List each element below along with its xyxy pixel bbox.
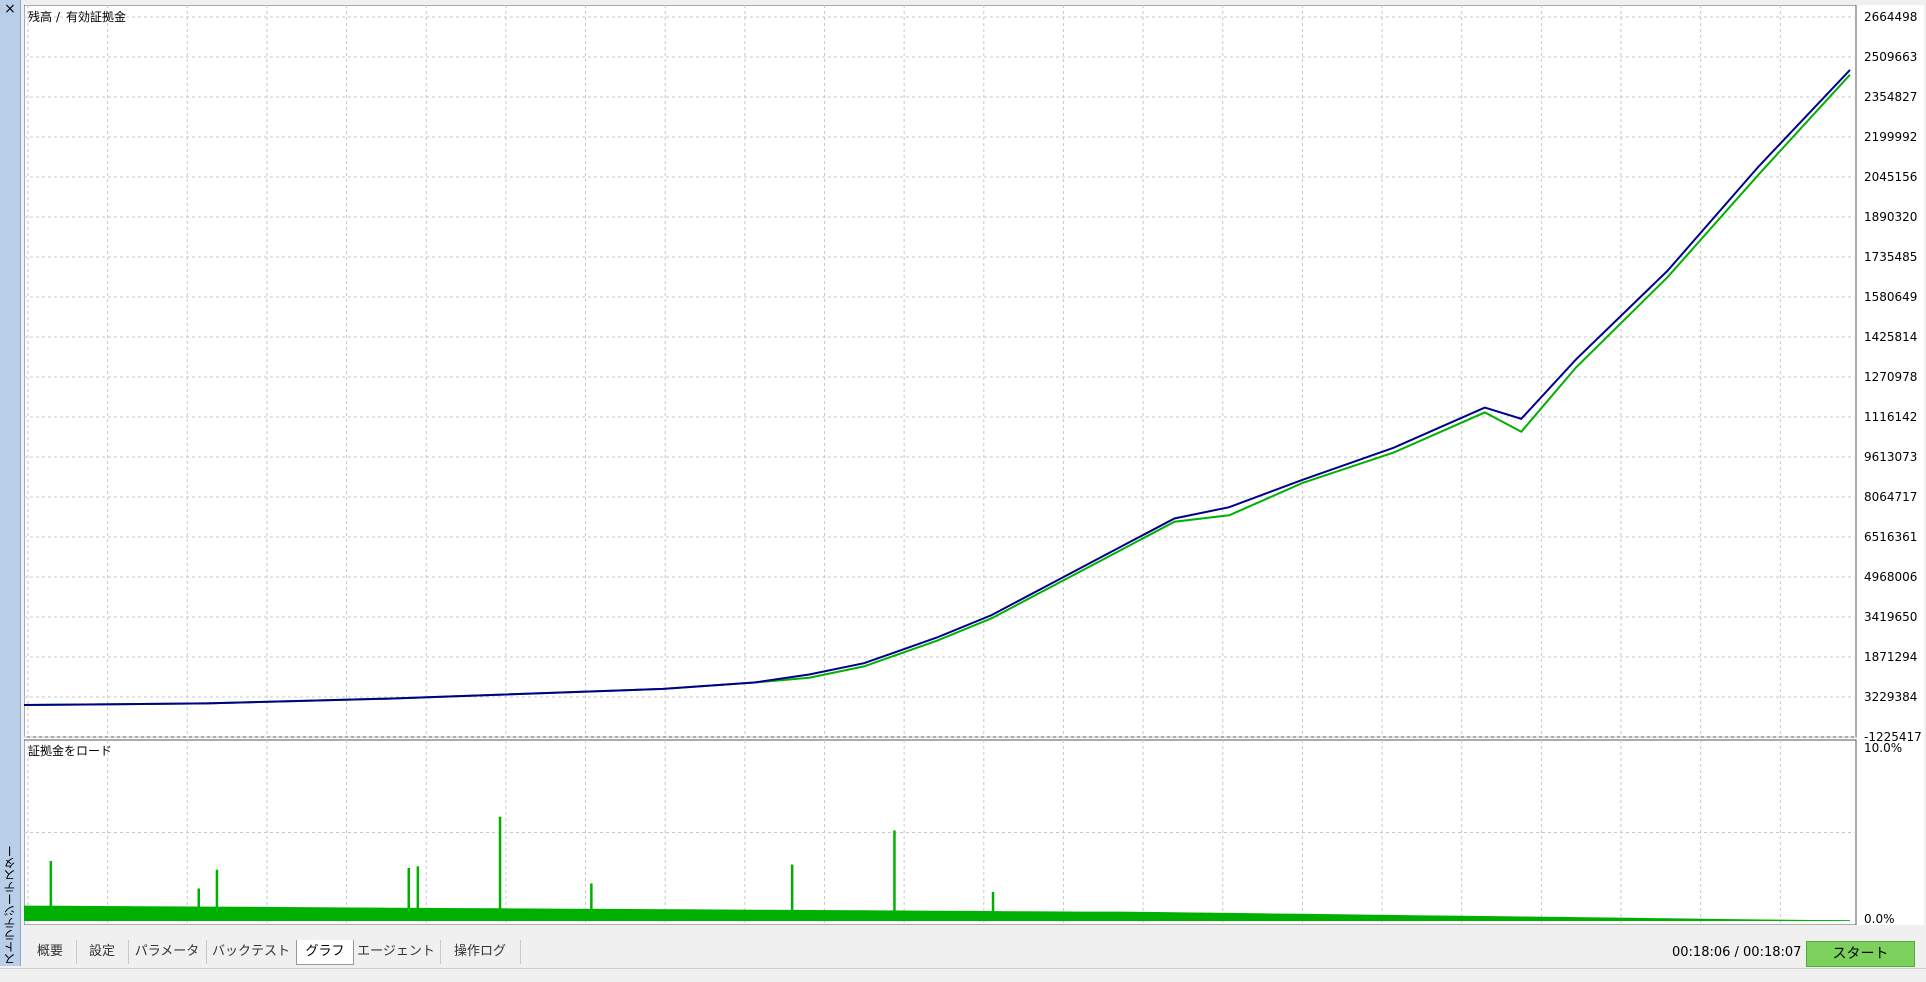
margin-y-min-label: 0.0% bbox=[1864, 912, 1895, 925]
tester-tab-bar: 概要 設定 パラメータ バックテスト グラフ エージェント 操作ログ bbox=[24, 940, 1926, 966]
y-tick-label: 1890320 bbox=[1864, 210, 1917, 224]
margin-y-max-label: 10.0% bbox=[1864, 741, 1902, 755]
tab-graph[interactable]: グラフ bbox=[296, 940, 354, 965]
margin-load-spike bbox=[197, 888, 200, 921]
chart-area: 2664498 2509663 2354827 2199992 2045156 18903… bbox=[24, 5, 1924, 925]
margin-load-spike bbox=[790, 864, 794, 921]
start-button[interactable]: スタート bbox=[1806, 941, 1915, 967]
margin-plot-frame bbox=[24, 739, 1857, 925]
main-plot-frame bbox=[24, 5, 1857, 738]
y-tick-label: 2045156 bbox=[1864, 170, 1917, 184]
margin-load-spike bbox=[407, 868, 410, 921]
tab-agents[interactable]: エージェント bbox=[352, 940, 441, 964]
margin-load-spike bbox=[498, 816, 502, 921]
margin-plot: 証拠金をロード 10.0% 0.0% bbox=[24, 739, 1902, 925]
tab-parameters[interactable]: パラメータ bbox=[128, 940, 207, 964]
y-tick-label: 1871294 bbox=[1864, 650, 1917, 664]
margin-load-spike bbox=[893, 830, 896, 921]
tab-summary[interactable]: 概要 bbox=[24, 940, 77, 964]
y-tick-label: 6516361 bbox=[1864, 530, 1917, 544]
margin-load-spike bbox=[991, 891, 995, 921]
y-tick-label: 3419650 bbox=[1864, 610, 1917, 624]
y-tick-label: 9613073 bbox=[1864, 450, 1917, 464]
elapsed-timer: 00:18:06 / 00:18:07 bbox=[1672, 945, 1802, 960]
balance-equity-chart: 2664498 2509663 2354827 2199992 2045156 18903… bbox=[24, 5, 1922, 925]
legend-balance: 残高 bbox=[28, 9, 52, 24]
strategy-tester-side-panel: × ストラテジーテスター bbox=[0, 0, 21, 966]
main-plot: 2664498 2509663 2354827 2199992 2045156 18903… bbox=[24, 5, 1922, 744]
close-icon[interactable]: × bbox=[2, 1, 18, 17]
margin-plot-title: 証拠金をロード bbox=[28, 743, 112, 758]
margin-load-spike bbox=[590, 883, 593, 921]
y-tick-label: 2199992 bbox=[1864, 130, 1917, 144]
y-tick-label: 8064717 bbox=[1864, 490, 1917, 504]
panel-title: ストラテジーテスター bbox=[3, 845, 17, 965]
y-tick-label: 1580649 bbox=[1864, 290, 1917, 304]
y-tick-label: 2509663 bbox=[1864, 50, 1917, 64]
y-tick-label: 4968006 bbox=[1864, 570, 1917, 584]
y-tick-label: 1735485 bbox=[1864, 250, 1917, 264]
y-tick-label: 1425814 bbox=[1864, 330, 1917, 344]
margin-load-spike bbox=[49, 861, 53, 921]
main-y-axis-labels: 2664498 2509663 2354827 2199992 2045156 18903… bbox=[1864, 10, 1922, 744]
y-tick-label: 3229384 bbox=[1864, 690, 1917, 704]
y-tick-label: 1270978 bbox=[1864, 370, 1917, 384]
y-tick-label: 2354827 bbox=[1864, 90, 1917, 104]
tab-backtest[interactable]: バックテスト bbox=[206, 940, 297, 964]
y-tick-label: 1116142 bbox=[1864, 410, 1917, 424]
margin-load-spike bbox=[215, 869, 219, 921]
y-tick-label: 2664498 bbox=[1864, 10, 1917, 24]
tab-settings[interactable]: 設定 bbox=[76, 940, 129, 964]
margin-load-spike bbox=[416, 866, 420, 921]
tab-log[interactable]: 操作ログ bbox=[440, 940, 521, 964]
legend-equity: 有効証拠金 bbox=[66, 9, 126, 24]
status-bar bbox=[0, 968, 1926, 982]
